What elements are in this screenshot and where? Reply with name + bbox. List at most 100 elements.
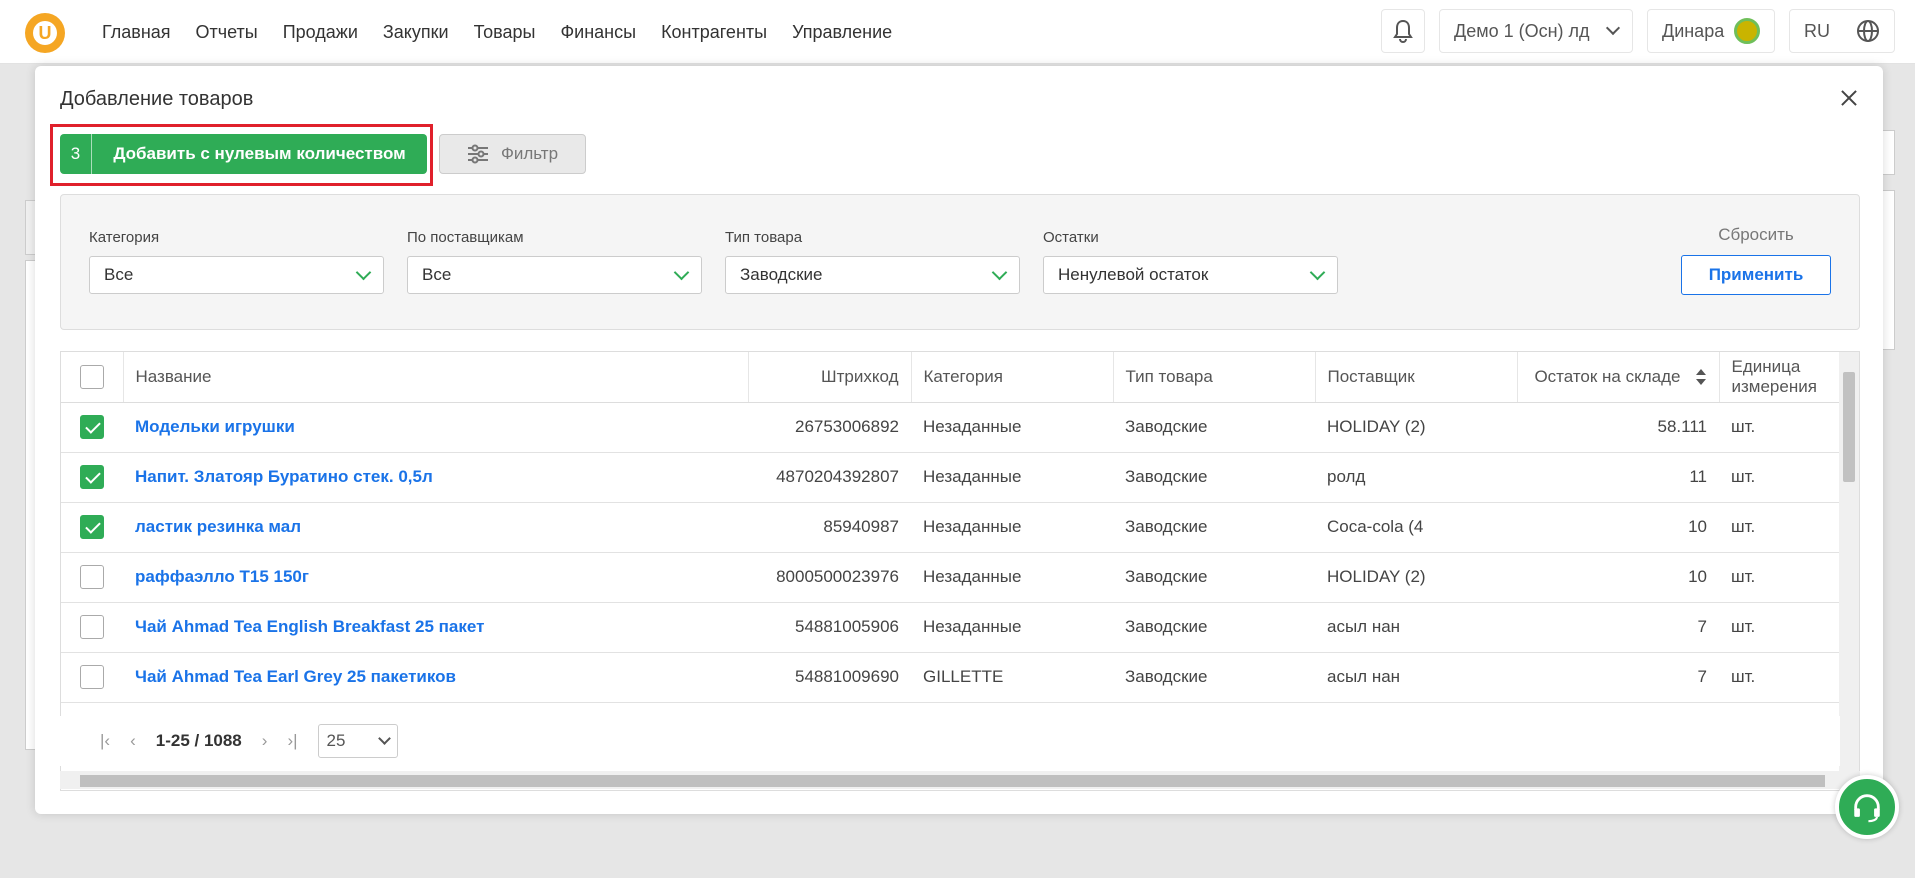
filter-label: Фильтр	[500, 144, 559, 163]
table-header: Название Штрихкод Категория Тип товара П…	[61, 352, 1859, 403]
row-select-cell	[61, 452, 123, 503]
chevron-down-icon	[377, 732, 391, 745]
row-checkbox[interactable]	[80, 515, 104, 539]
scrollbar-thumb[interactable]	[1843, 372, 1855, 482]
next-page-icon[interactable]: ›	[262, 731, 268, 751]
column-type[interactable]: Тип товара	[1113, 352, 1316, 403]
nav-sales[interactable]: Продажи	[283, 22, 358, 43]
product-unit: шт.	[1719, 552, 1846, 603]
prev-page-icon[interactable]: ‹	[130, 731, 136, 751]
column-stock[interactable]: Остаток на складе	[1517, 352, 1720, 403]
product-name[interactable]: Чай Ahmad Tea English Breakfast 25 пакет	[123, 602, 748, 653]
chevron-down-icon	[673, 264, 690, 280]
nav-management[interactable]: Управление	[792, 22, 892, 43]
vertical-scrollbar[interactable]	[1839, 352, 1859, 790]
sort-icon	[1695, 369, 1706, 385]
last-page-icon[interactable]: ›|	[287, 731, 297, 751]
select-all-cell	[61, 352, 124, 403]
user-name: Динара	[1662, 20, 1725, 41]
scrollbar-thumb[interactable]	[80, 775, 1825, 787]
row-checkbox[interactable]	[80, 665, 104, 689]
nav-counterparties[interactable]: Контрагенты	[661, 22, 767, 43]
table-row[interactable]: Напит. Златояр Буратино стек. 0,5л 487020…	[61, 452, 1859, 503]
logo[interactable]: U	[25, 13, 65, 53]
product-name[interactable]: Чай Ahmad Tea Earl Grey 25 пакетиков	[123, 652, 748, 703]
table-row[interactable]: Модельки игрушки 26753006892 Незаданные Зав…	[61, 402, 1859, 453]
filter-stock: Остатки Ненулевой остаток	[1043, 229, 1338, 294]
row-checkbox[interactable]	[80, 465, 104, 489]
row-select-cell	[61, 652, 123, 703]
filter-button[interactable]: Фильтр	[439, 134, 586, 174]
language-code: RU	[1804, 20, 1830, 41]
reset-button[interactable]: Сбросить	[1681, 225, 1831, 245]
horizontal-scrollbar[interactable]	[60, 771, 1860, 789]
product-stock: 10	[1517, 502, 1719, 553]
table-row[interactable]: раффаэлло Т15 150г 8000500023976 Незаданны…	[61, 552, 1859, 603]
product-name[interactable]: ластик резинка мал	[123, 502, 748, 553]
product-unit: шт.	[1719, 452, 1846, 503]
product-unit: шт.	[1719, 602, 1846, 653]
user-menu[interactable]: Динара	[1647, 9, 1775, 53]
column-barcode[interactable]: Штрихкод	[748, 352, 912, 403]
nav-finance[interactable]: Финансы	[560, 22, 636, 43]
row-select-cell	[61, 552, 123, 603]
product-type: Заводские	[1113, 652, 1315, 703]
table-row[interactable]: Чай Ahmad Tea English Breakfast 25 пакет…	[61, 602, 1859, 653]
filter-supplier: По поставщикам Все	[407, 229, 702, 294]
product-stock: 10	[1517, 552, 1719, 603]
row-checkbox[interactable]	[80, 615, 104, 639]
column-category[interactable]: Категория	[911, 352, 1114, 403]
filter-label: Категория	[89, 229, 160, 246]
pagination: |‹ ‹ 1-25 / 1088 › ›| 25	[60, 716, 1840, 766]
product-type: Заводские	[1113, 402, 1315, 453]
product-barcode: 54881005906	[748, 602, 911, 653]
store-selector[interactable]: Демо 1 (Осн) лд	[1439, 9, 1633, 53]
notifications-button[interactable]	[1381, 9, 1425, 53]
page-size-value: 25	[326, 731, 346, 750]
close-icon[interactable]	[1837, 86, 1861, 110]
column-unit[interactable]: Единица измерения	[1719, 352, 1847, 403]
product-category: Незаданные	[911, 452, 1113, 503]
support-chat-button[interactable]	[1835, 775, 1899, 839]
product-barcode: 4870204392807	[748, 452, 911, 503]
product-type: Заводские	[1113, 552, 1315, 603]
column-supplier[interactable]: Поставщик	[1315, 352, 1518, 403]
product-name[interactable]: раффаэлло Т15 150г	[123, 552, 748, 603]
avatar	[1734, 18, 1760, 44]
product-category: Незаданные	[911, 402, 1113, 453]
first-page-icon[interactable]: |‹	[100, 731, 110, 751]
product-name[interactable]: Напит. Златояр Буратино стек. 0,5л	[123, 452, 748, 503]
product-type-select[interactable]: Заводские	[725, 256, 1020, 294]
store-name: Демо 1 (Осн) лд	[1454, 20, 1590, 41]
nav-purchases[interactable]: Закупки	[383, 22, 449, 43]
page-range: 1-25 / 1088	[155, 731, 242, 750]
nav-reports[interactable]: Отчеты	[196, 22, 258, 43]
filter-label: По поставщикам	[407, 229, 524, 246]
product-type: Заводские	[1113, 602, 1315, 653]
row-select-cell	[61, 402, 123, 453]
select-value: Все	[422, 265, 452, 284]
row-checkbox[interactable]	[80, 415, 104, 439]
product-name[interactable]: Модельки игрушки	[123, 402, 748, 453]
supplier-select[interactable]: Все	[407, 256, 702, 294]
table-row[interactable]: ластик резинка мал 85940987 Незаданные Заво…	[61, 502, 1859, 553]
select-value: Заводские	[740, 265, 823, 284]
column-name[interactable]: Название	[123, 352, 749, 403]
stock-select[interactable]: Ненулевой остаток	[1043, 256, 1338, 294]
product-supplier: ролд	[1315, 452, 1517, 503]
product-type: Заводские	[1113, 502, 1315, 553]
table-row[interactable]: Чай Ahmad Tea Earl Grey 25 пакетиков 5488…	[61, 652, 1859, 703]
category-select[interactable]: Все	[89, 256, 384, 294]
product-barcode: 85940987	[748, 502, 911, 553]
nav-home[interactable]: Главная	[102, 22, 171, 43]
row-checkbox[interactable]	[80, 565, 104, 589]
chevron-down-icon	[991, 264, 1008, 280]
add-with-zero-quantity-button[interactable]: 3 Добавить с нулевым количеством	[60, 134, 427, 174]
nav-products[interactable]: Товары	[474, 22, 536, 43]
select-all-checkbox[interactable]	[79, 364, 104, 389]
language-selector[interactable]: RU	[1789, 9, 1895, 53]
select-value: Все	[104, 265, 134, 284]
apply-button[interactable]: Применить	[1681, 255, 1831, 295]
modal-title: Добавление товаров	[60, 88, 254, 110]
page-size-select[interactable]: 25	[317, 724, 398, 758]
